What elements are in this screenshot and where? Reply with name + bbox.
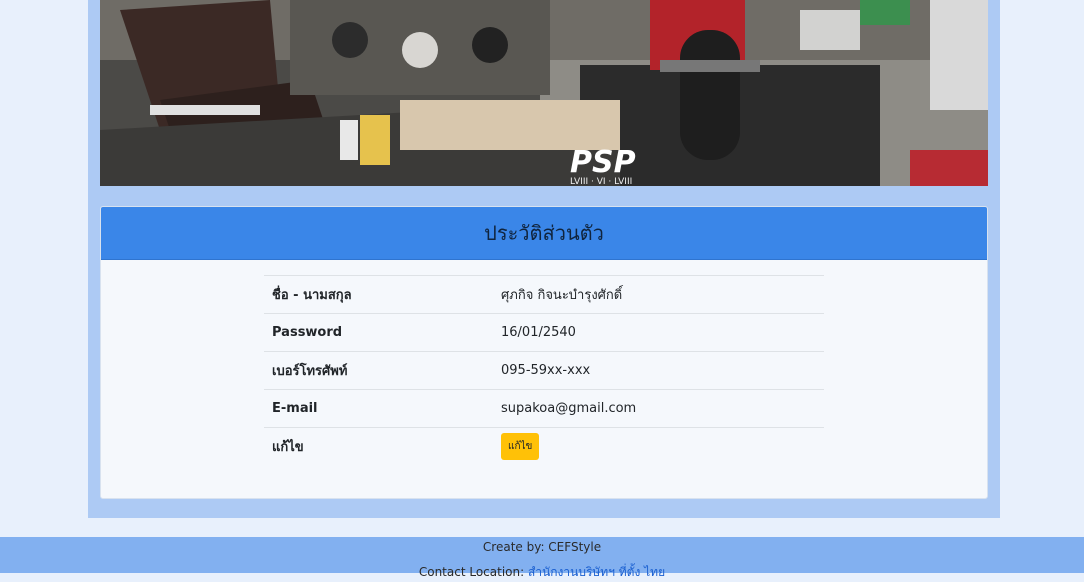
table-row: เบอร์โทรศัพท์ 095-59xx-xxx (264, 351, 824, 390)
email-value: supakoa@gmail.com (501, 401, 637, 416)
edit-cell: แก้ไข (493, 428, 824, 466)
password-label: Password (272, 325, 343, 340)
email-label: E-mail (272, 401, 318, 416)
name-value: ศุภกิจ กิจนะบำรุงศักดิ์ (501, 288, 623, 303)
table-row: แก้ไข แก้ไข (264, 427, 824, 466)
table-row: ชื่อ - นามสกุล ศุภกิจ กิจนะบำรุงศักดิ์ (264, 275, 824, 314)
phone-label: เบอร์โทรศัพท์ (272, 364, 348, 379)
banner-logo: PSP (570, 145, 636, 180)
footer: Create by: CEFStyle Contact Location: สำ… (0, 537, 1084, 579)
footer-credit: Create by: CEFStyle (482, 540, 602, 554)
name-label: ชื่อ - นามสกุล (272, 288, 352, 303)
table-row: E-mail supakoa@gmail.com (264, 389, 824, 428)
footer-contact-label: Contact Location: (418, 565, 525, 579)
phone-value: 095-59xx-xxx (501, 363, 591, 378)
password-value: 16/01/2540 (501, 325, 576, 340)
profile-title: ประวัติส่วนตัว (484, 221, 604, 245)
profile-table: ชื่อ - นามสกุล ศุภกิจ กิจนะบำรุงศักดิ์ P… (264, 275, 824, 465)
profile-card: ประวัติส่วนตัว ชื่อ - นามสกุล ศุภกิจ กิจ… (100, 206, 988, 499)
garage-banner-image: PSP LVIII · VI · LVIII (100, 0, 988, 186)
banner-logo-subtext: LVIII · VI · LVIII (570, 177, 632, 186)
table-row: Password 16/01/2540 (264, 313, 824, 352)
profile-card-header: ประวัติส่วนตัว (101, 207, 987, 260)
edit-button[interactable]: แก้ไข (501, 433, 540, 460)
footer-contact-link[interactable]: สำนักงานบริษัทฯ ที่ตั้ง ไทย (528, 565, 665, 579)
edit-label: แก้ไข (272, 440, 304, 455)
